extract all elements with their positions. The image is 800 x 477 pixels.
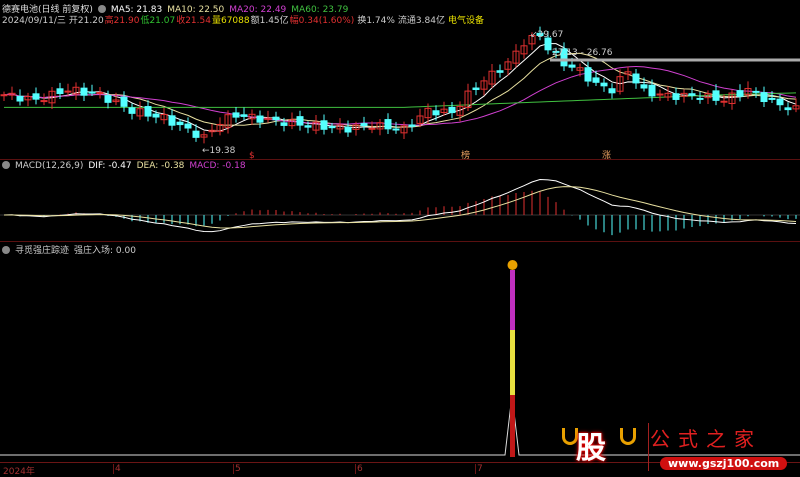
candle-body xyxy=(712,90,720,101)
panel-divider xyxy=(0,159,800,160)
candle-body xyxy=(592,77,600,83)
candle-body xyxy=(272,116,280,121)
candle-body xyxy=(96,91,104,94)
candle-body xyxy=(656,93,664,96)
axis-label: 5 xyxy=(233,464,241,474)
candle-body xyxy=(56,88,64,95)
candle-body xyxy=(368,127,376,130)
candle-body xyxy=(344,126,352,133)
candle-body xyxy=(360,123,368,127)
indicator-value: 强庄入场: 0.00 xyxy=(74,246,136,256)
candle-body xyxy=(328,126,336,129)
candle-body xyxy=(696,97,704,100)
candle-body xyxy=(608,88,616,94)
ma5-line xyxy=(3,43,797,132)
candle-body xyxy=(192,130,200,138)
site-name: 公式之家 xyxy=(650,427,762,451)
flame-icon xyxy=(507,260,518,270)
axis-label: 7 xyxy=(475,464,483,474)
candle-body xyxy=(768,97,776,100)
logo-char: 股 xyxy=(576,431,606,466)
candle-body xyxy=(496,70,504,73)
candle-body xyxy=(232,112,240,118)
range-label: 27.13 - 26.76 xyxy=(552,48,613,58)
candle-body xyxy=(752,90,760,93)
candle-body xyxy=(776,98,784,106)
candle-body xyxy=(672,93,680,100)
candle-body xyxy=(304,125,312,128)
dea-line xyxy=(3,186,797,229)
candle-body xyxy=(184,123,192,129)
candle-body xyxy=(32,93,40,100)
indicator-title[interactable]: 寻觅强庄踪迹 xyxy=(15,246,69,256)
low-label: ←19.38 xyxy=(202,146,236,156)
candle-body xyxy=(600,82,608,87)
candle-body xyxy=(80,87,88,96)
site-url: www.gszj100.com xyxy=(660,457,788,470)
axis-label: 2024年 xyxy=(3,467,35,477)
horn-icon xyxy=(620,428,636,445)
kline-chart[interactable]: ↙29.6727.13 - 26.76←19.38 $ 榜涨 xyxy=(0,0,800,476)
macd-dif: DIF: -0.47 xyxy=(88,161,132,171)
candle-body xyxy=(640,84,648,89)
candle-body xyxy=(568,64,576,68)
macd-value: MACD: -0.18 xyxy=(189,161,246,171)
candle-body xyxy=(584,67,592,82)
candle-body xyxy=(88,91,96,94)
macd-header: MACD(12,26,9) DIF: -0.47 DEA: -0.38 MACD: -… xyxy=(2,161,251,171)
candle-body xyxy=(144,106,152,117)
candle-body xyxy=(240,114,248,117)
candle-body xyxy=(472,87,480,91)
candle-body xyxy=(152,113,160,118)
candle-body xyxy=(736,90,744,97)
high-label: ↙29.67 xyxy=(530,30,563,40)
macd-dea: DEA: -0.38 xyxy=(136,161,185,171)
spike-purple xyxy=(510,270,515,330)
candle-body xyxy=(0,94,8,97)
candle-body xyxy=(408,124,416,127)
ma10-line xyxy=(3,52,797,128)
candle-body xyxy=(40,100,48,103)
logo-divider xyxy=(648,423,649,471)
candle-body xyxy=(432,110,440,116)
panel-divider xyxy=(0,241,800,242)
spike-yellow xyxy=(510,330,515,395)
candle-body xyxy=(392,128,400,131)
settings-circle-icon[interactable] xyxy=(2,161,10,169)
candle-body xyxy=(128,107,136,114)
candle-body xyxy=(760,92,768,103)
axis-label: 6 xyxy=(355,464,363,474)
candle-body xyxy=(176,121,184,126)
candle-body xyxy=(64,90,72,93)
macd-title[interactable]: MACD(12,26,9) xyxy=(15,161,83,171)
candle-body xyxy=(120,96,128,107)
candle-body xyxy=(320,120,328,130)
settings-circle-icon[interactable] xyxy=(2,246,10,254)
candle-body xyxy=(720,100,728,103)
candle-body xyxy=(168,115,176,126)
candle-body xyxy=(784,107,792,111)
candle-body xyxy=(632,73,640,84)
candle-body xyxy=(296,116,304,126)
candle-body xyxy=(448,106,456,114)
axis-label: 4 xyxy=(113,464,121,474)
watermark-logo: 股 公式之家 www.gszj100.com xyxy=(560,420,800,476)
indicator-header: 寻觅强庄踪迹 强庄入场: 0.00 xyxy=(2,243,141,256)
candle-body xyxy=(104,95,112,103)
candle-body xyxy=(688,93,696,96)
candle-body xyxy=(256,115,264,123)
candle-body xyxy=(16,95,24,102)
dif-line xyxy=(3,179,797,233)
candle-body xyxy=(384,119,392,130)
spike-red xyxy=(510,395,515,457)
candle-body xyxy=(648,84,656,97)
candle-body xyxy=(280,122,288,126)
